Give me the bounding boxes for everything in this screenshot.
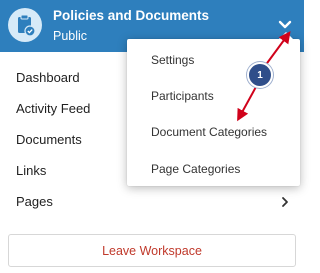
menu-item-participants[interactable]: Participants (151, 89, 214, 103)
chevron-right-icon[interactable] (280, 195, 290, 207)
nav-item-links[interactable]: Links (16, 163, 46, 178)
clipboard-check-icon (8, 8, 42, 42)
nav-item-documents[interactable]: Documents (16, 132, 82, 147)
menu-item-document-categories[interactable]: Document Categories (151, 125, 267, 139)
workspace-title: Policies and Documents (53, 8, 210, 23)
leave-workspace-button[interactable]: Leave Workspace (8, 234, 296, 267)
nav-item-pages[interactable]: Pages (16, 194, 53, 209)
chevron-down-icon[interactable] (276, 17, 294, 33)
workspace-visibility: Public (53, 29, 88, 43)
step-number-badge: 1 (247, 62, 273, 88)
menu-item-settings[interactable]: Settings (151, 53, 194, 67)
menu-caret (279, 32, 293, 39)
menu-item-page-categories[interactable]: Page Categories (151, 162, 240, 176)
workspace-settings-menu: Settings Participants Document Categorie… (127, 32, 300, 186)
nav-item-activity-feed[interactable]: Activity Feed (16, 101, 90, 116)
nav-item-dashboard[interactable]: Dashboard (16, 70, 80, 85)
